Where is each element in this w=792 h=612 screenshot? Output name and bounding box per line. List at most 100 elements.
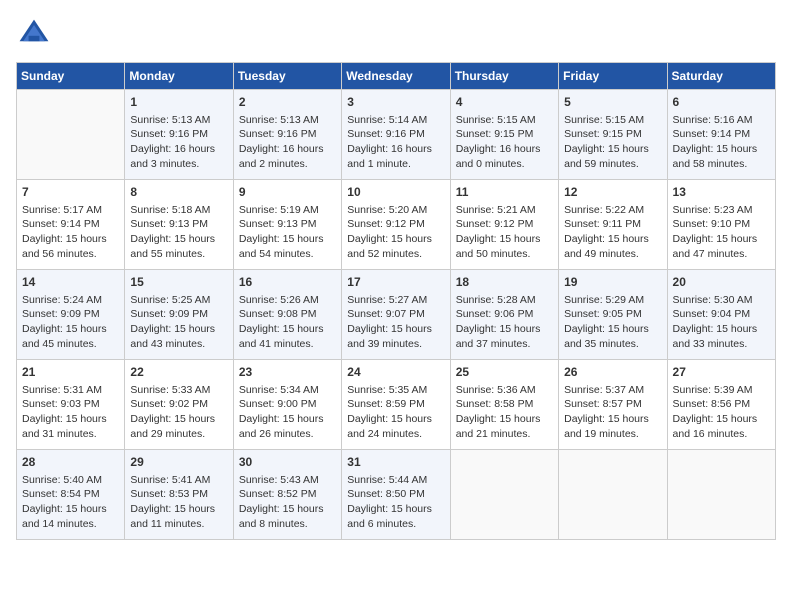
day-info: and 11 minutes. bbox=[130, 517, 227, 532]
calendar-day-cell bbox=[559, 450, 667, 540]
day-info: Sunrise: 5:18 AM bbox=[130, 203, 227, 218]
day-info: Daylight: 15 hours bbox=[130, 232, 227, 247]
day-info: Sunrise: 5:15 AM bbox=[564, 113, 661, 128]
day-info: Sunset: 9:07 PM bbox=[347, 307, 444, 322]
calendar-day-cell: 31Sunrise: 5:44 AMSunset: 8:50 PMDayligh… bbox=[342, 450, 450, 540]
calendar-day-cell: 11Sunrise: 5:21 AMSunset: 9:12 PMDayligh… bbox=[450, 180, 558, 270]
day-number: 8 bbox=[130, 184, 227, 201]
calendar-table: SundayMondayTuesdayWednesdayThursdayFrid… bbox=[16, 62, 776, 540]
day-info: and 35 minutes. bbox=[564, 337, 661, 352]
day-info: Daylight: 16 hours bbox=[347, 142, 444, 157]
day-info: Daylight: 15 hours bbox=[673, 142, 770, 157]
day-number: 31 bbox=[347, 454, 444, 471]
calendar-day-cell bbox=[450, 450, 558, 540]
day-info: Sunrise: 5:24 AM bbox=[22, 293, 119, 308]
day-info: Daylight: 15 hours bbox=[456, 232, 553, 247]
day-number: 25 bbox=[456, 364, 553, 381]
day-info: Sunset: 9:08 PM bbox=[239, 307, 336, 322]
calendar-day-cell: 22Sunrise: 5:33 AMSunset: 9:02 PMDayligh… bbox=[125, 360, 233, 450]
calendar-day-header: Tuesday bbox=[233, 63, 341, 90]
day-info: and 29 minutes. bbox=[130, 427, 227, 442]
day-info: Daylight: 15 hours bbox=[564, 232, 661, 247]
calendar-day-cell: 26Sunrise: 5:37 AMSunset: 8:57 PMDayligh… bbox=[559, 360, 667, 450]
calendar-day-cell: 25Sunrise: 5:36 AMSunset: 8:58 PMDayligh… bbox=[450, 360, 558, 450]
page-header bbox=[16, 16, 776, 52]
day-info: Daylight: 15 hours bbox=[456, 412, 553, 427]
day-info: Daylight: 15 hours bbox=[239, 502, 336, 517]
day-info: Sunrise: 5:23 AM bbox=[673, 203, 770, 218]
day-info: Sunrise: 5:25 AM bbox=[130, 293, 227, 308]
day-info: Sunset: 9:13 PM bbox=[239, 217, 336, 232]
day-info: Sunset: 8:54 PM bbox=[22, 487, 119, 502]
day-number: 17 bbox=[347, 274, 444, 291]
day-info: Daylight: 15 hours bbox=[130, 502, 227, 517]
day-info: and 39 minutes. bbox=[347, 337, 444, 352]
day-info: Sunset: 9:10 PM bbox=[673, 217, 770, 232]
day-info: Sunset: 8:53 PM bbox=[130, 487, 227, 502]
day-info: and 19 minutes. bbox=[564, 427, 661, 442]
calendar-day-cell: 10Sunrise: 5:20 AMSunset: 9:12 PMDayligh… bbox=[342, 180, 450, 270]
calendar-day-cell: 19Sunrise: 5:29 AMSunset: 9:05 PMDayligh… bbox=[559, 270, 667, 360]
day-number: 19 bbox=[564, 274, 661, 291]
logo bbox=[16, 16, 56, 52]
calendar-day-cell: 24Sunrise: 5:35 AMSunset: 8:59 PMDayligh… bbox=[342, 360, 450, 450]
day-info: Daylight: 15 hours bbox=[456, 322, 553, 337]
day-info: Sunrise: 5:13 AM bbox=[130, 113, 227, 128]
calendar-day-cell: 6Sunrise: 5:16 AMSunset: 9:14 PMDaylight… bbox=[667, 90, 775, 180]
day-info: and 45 minutes. bbox=[22, 337, 119, 352]
day-info: Sunrise: 5:16 AM bbox=[673, 113, 770, 128]
day-number: 18 bbox=[456, 274, 553, 291]
day-info: and 3 minutes. bbox=[130, 157, 227, 172]
calendar-day-header: Monday bbox=[125, 63, 233, 90]
day-info: Daylight: 15 hours bbox=[564, 412, 661, 427]
calendar-day-cell: 20Sunrise: 5:30 AMSunset: 9:04 PMDayligh… bbox=[667, 270, 775, 360]
day-number: 15 bbox=[130, 274, 227, 291]
day-info: and 21 minutes. bbox=[456, 427, 553, 442]
day-info: Sunset: 8:58 PM bbox=[456, 397, 553, 412]
day-info: Sunset: 9:11 PM bbox=[564, 217, 661, 232]
day-info: and 47 minutes. bbox=[673, 247, 770, 262]
calendar-day-cell: 17Sunrise: 5:27 AMSunset: 9:07 PMDayligh… bbox=[342, 270, 450, 360]
calendar-day-cell: 30Sunrise: 5:43 AMSunset: 8:52 PMDayligh… bbox=[233, 450, 341, 540]
day-info: Daylight: 15 hours bbox=[239, 412, 336, 427]
day-info: and 1 minute. bbox=[347, 157, 444, 172]
day-info: Daylight: 15 hours bbox=[673, 322, 770, 337]
day-info: and 24 minutes. bbox=[347, 427, 444, 442]
day-info: Sunrise: 5:44 AM bbox=[347, 473, 444, 488]
day-info: Sunrise: 5:37 AM bbox=[564, 383, 661, 398]
calendar-day-header: Friday bbox=[559, 63, 667, 90]
day-info: and 54 minutes. bbox=[239, 247, 336, 262]
calendar-day-cell: 21Sunrise: 5:31 AMSunset: 9:03 PMDayligh… bbox=[17, 360, 125, 450]
day-info: Sunrise: 5:15 AM bbox=[456, 113, 553, 128]
calendar-day-cell: 8Sunrise: 5:18 AMSunset: 9:13 PMDaylight… bbox=[125, 180, 233, 270]
calendar-day-cell: 14Sunrise: 5:24 AMSunset: 9:09 PMDayligh… bbox=[17, 270, 125, 360]
calendar-day-cell: 5Sunrise: 5:15 AMSunset: 9:15 PMDaylight… bbox=[559, 90, 667, 180]
day-number: 2 bbox=[239, 94, 336, 111]
day-info: Sunset: 9:16 PM bbox=[347, 127, 444, 142]
day-number: 21 bbox=[22, 364, 119, 381]
calendar-day-cell: 2Sunrise: 5:13 AMSunset: 9:16 PMDaylight… bbox=[233, 90, 341, 180]
day-info: Sunrise: 5:19 AM bbox=[239, 203, 336, 218]
day-number: 14 bbox=[22, 274, 119, 291]
day-number: 12 bbox=[564, 184, 661, 201]
day-number: 5 bbox=[564, 94, 661, 111]
day-info: Daylight: 15 hours bbox=[347, 502, 444, 517]
logo-icon bbox=[16, 16, 52, 52]
day-info: and 33 minutes. bbox=[673, 337, 770, 352]
calendar-day-cell: 13Sunrise: 5:23 AMSunset: 9:10 PMDayligh… bbox=[667, 180, 775, 270]
calendar-day-header: Wednesday bbox=[342, 63, 450, 90]
calendar-day-cell: 23Sunrise: 5:34 AMSunset: 9:00 PMDayligh… bbox=[233, 360, 341, 450]
day-info: Daylight: 15 hours bbox=[673, 412, 770, 427]
day-info: Sunset: 8:52 PM bbox=[239, 487, 336, 502]
day-info: Sunrise: 5:14 AM bbox=[347, 113, 444, 128]
day-info: Sunrise: 5:28 AM bbox=[456, 293, 553, 308]
day-number: 22 bbox=[130, 364, 227, 381]
day-info: Sunset: 9:16 PM bbox=[130, 127, 227, 142]
calendar-week-row: 7Sunrise: 5:17 AMSunset: 9:14 PMDaylight… bbox=[17, 180, 776, 270]
day-info: Sunrise: 5:13 AM bbox=[239, 113, 336, 128]
day-number: 11 bbox=[456, 184, 553, 201]
day-info: Sunrise: 5:39 AM bbox=[673, 383, 770, 398]
day-info: Daylight: 15 hours bbox=[22, 412, 119, 427]
day-number: 4 bbox=[456, 94, 553, 111]
day-info: and 50 minutes. bbox=[456, 247, 553, 262]
